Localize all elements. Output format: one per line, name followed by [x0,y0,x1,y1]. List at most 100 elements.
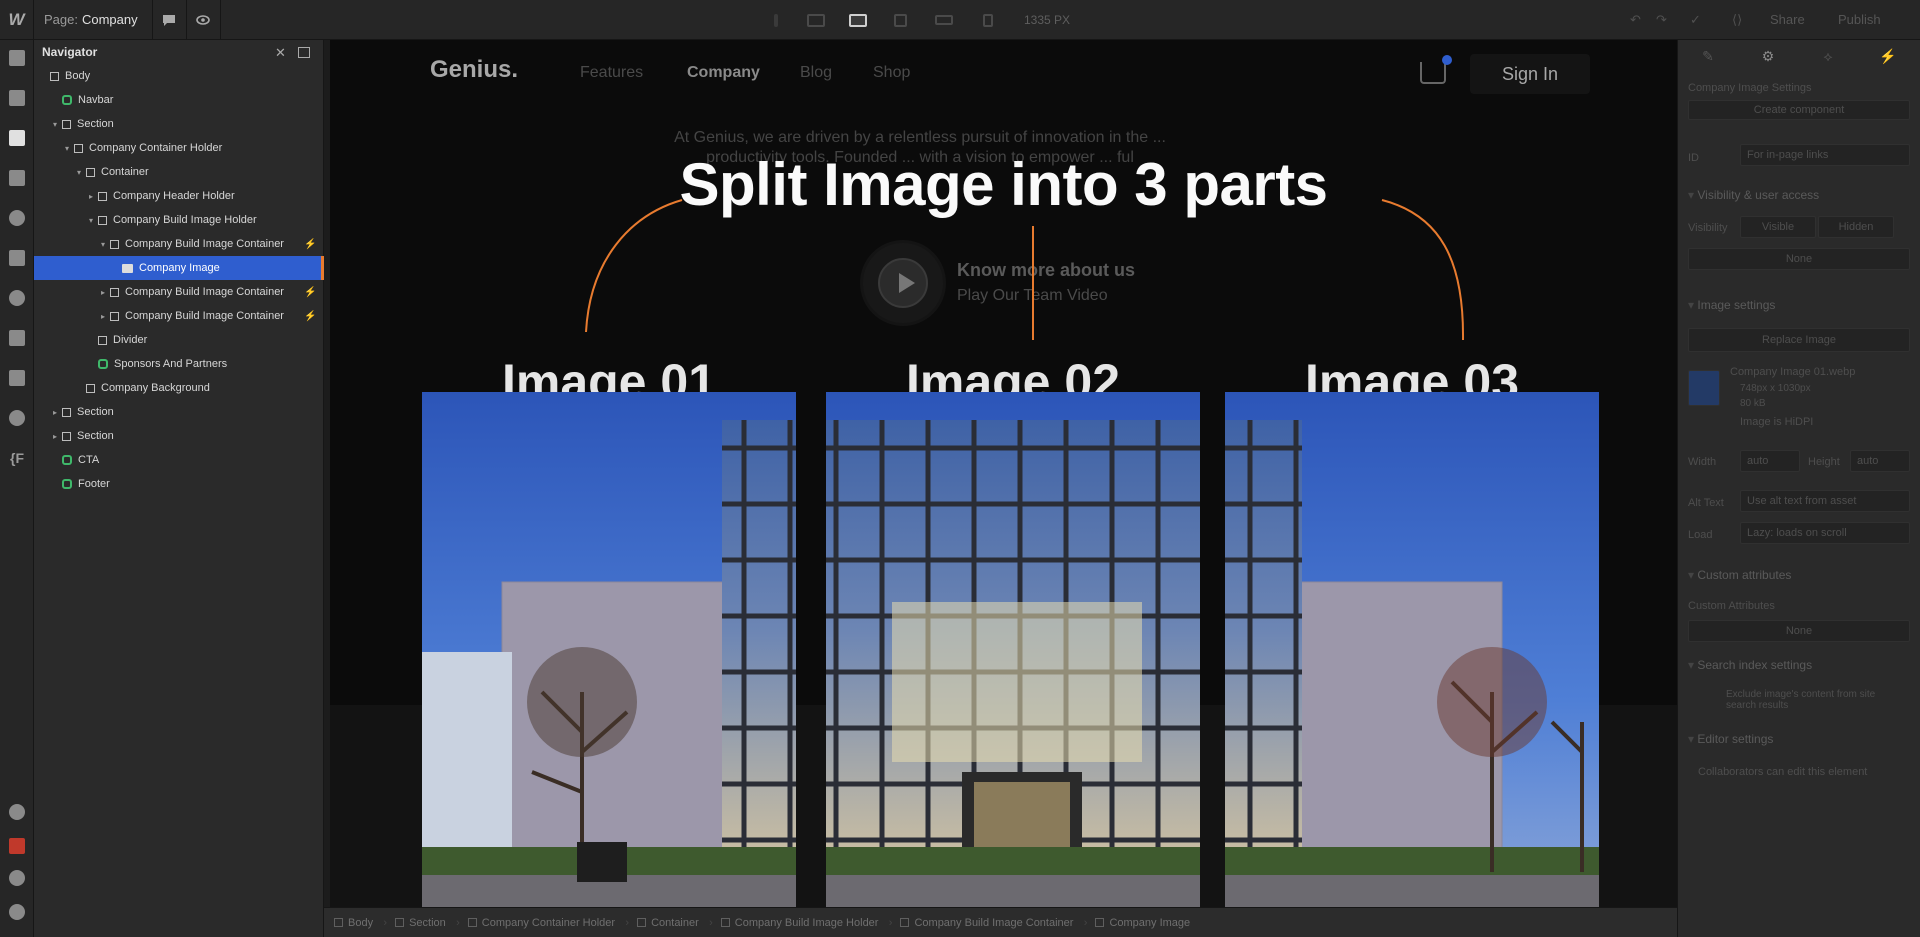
tree-item[interactable]: ▸ Company Build Image Container ⚡ [34,304,324,328]
preview-eye-icon[interactable] [187,0,221,40]
code-icon[interactable]: ⟨⟩ [1732,0,1742,40]
company-image-part-3[interactable] [1225,392,1599,907]
chevron-down-icon[interactable]: ▾ [74,168,84,177]
page-selector[interactable]: Page: Company [34,0,153,40]
design-canvas[interactable]: Genius. Features Company Blog Shop Sign … [330,40,1677,907]
chevron-down-icon[interactable]: ▾ [86,216,96,225]
breakpoint-mobile-icon[interactable] [968,0,1008,40]
chevron-right-icon[interactable]: ▸ [86,192,96,201]
assets-icon[interactable] [0,362,34,394]
breadcrumb-item[interactable]: Section [395,917,459,929]
chevron-down-icon[interactable]: ▾ [98,240,108,249]
image-thumbnail[interactable] [1688,370,1720,406]
tree-item[interactable]: ▸ Company Header Holder [34,184,324,208]
tree-item[interactable]: Divider [34,328,324,352]
height-input[interactable]: auto [1850,450,1910,472]
breadcrumb-item[interactable]: Body [334,917,387,929]
tree-item[interactable]: ▾ Container [34,160,324,184]
checklist-icon[interactable]: ✓ [1690,0,1701,40]
editor-settings-header[interactable]: Editor settings [1688,732,1773,746]
search-icon[interactable] [0,862,34,894]
pages-icon[interactable] [0,162,34,194]
alt-text-select[interactable]: Use alt text from asset [1740,490,1910,512]
custom-attributes-list[interactable]: None [1688,620,1910,642]
breadcrumb-item[interactable]: Company Image [1095,917,1190,929]
settings-gear-icon[interactable] [0,402,34,434]
interaction-bolt-icon[interactable]: ⚡ [304,287,316,298]
chevron-right-icon[interactable]: ▸ [98,312,108,321]
comment-icon[interactable] [153,0,187,40]
share-button[interactable]: Share [1770,0,1805,40]
breakpoint-large-icon[interactable] [756,0,796,40]
chevron-down-icon[interactable]: ▾ [62,144,72,153]
collaborators-checkbox[interactable]: Collaborators can edit this element [1698,766,1867,778]
breakpoint-landscape-icon[interactable] [924,0,964,40]
ecommerce-cart-icon[interactable] [0,322,34,354]
publish-button[interactable]: Publish [1838,0,1881,40]
company-image-part-1[interactable] [422,392,796,907]
tree-item[interactable]: Sponsors And Partners [34,352,324,376]
tree-item[interactable]: ▸ Section [34,424,324,448]
navigator-icon[interactable] [0,122,34,154]
tree-item[interactable]: ▾ Company Build Image Holder [34,208,324,232]
users-icon[interactable] [0,282,34,314]
load-select[interactable]: Lazy: loads on scroll [1740,522,1910,544]
create-component-button[interactable]: Create component [1688,100,1910,120]
search-index-header[interactable]: Search index settings [1688,658,1812,672]
interaction-bolt-icon[interactable]: ⚡ [304,239,316,250]
webflow-logo[interactable]: W [0,0,34,40]
breadcrumb-item[interactable]: Container [637,917,712,929]
breakpoint-desktop-icon[interactable] [838,0,878,40]
id-input[interactable]: For in-page links [1740,144,1910,166]
tree-item[interactable]: Company Image [34,256,324,280]
logic-icon[interactable] [0,242,34,274]
visible-toggle[interactable]: Visible [1740,216,1816,238]
width-input[interactable]: auto [1740,450,1800,472]
variables-icon[interactable]: {F [0,442,34,474]
company-image-part-2[interactable] [826,392,1200,907]
settings-gear-tab-icon[interactable]: ⚙ [1738,40,1798,72]
breakpoint-xl-icon[interactable] [796,0,836,40]
redo-icon[interactable]: ↷ [1656,0,1667,40]
tree-item[interactable]: CTA [34,448,324,472]
breadcrumb-item[interactable]: Company Container Holder [467,917,629,929]
visibility-conditions[interactable]: None [1688,248,1910,270]
tree-item[interactable]: ▸ Section [34,400,324,424]
help-icon[interactable] [0,796,34,828]
tree-item[interactable]: Footer [34,472,324,496]
tree-item[interactable]: Navbar [34,88,324,112]
dock-panel-icon[interactable] [298,47,310,58]
breadcrumb-label: Company Build Image Container [914,916,1074,929]
add-elements-icon[interactable] [0,42,34,74]
interaction-bolt-icon[interactable]: ⚡ [304,311,316,322]
hidpi-checkbox[interactable]: Image is HiDPI [1740,416,1813,428]
interactions-icon[interactable]: ⟡ [1798,40,1858,72]
breadcrumb-item[interactable]: Company Build Image Holder [720,917,892,929]
hidden-toggle[interactable]: Hidden [1818,216,1894,238]
tree-item[interactable]: ▾ Section [34,112,324,136]
chevron-right-icon[interactable]: ▸ [50,408,60,417]
breakpoint-tablet-icon[interactable] [880,0,920,40]
tree-item[interactable]: Company Background [34,376,324,400]
tree-item[interactable]: ▾ Company Container Holder [34,136,324,160]
replace-image-button[interactable]: Replace Image [1688,328,1910,352]
cms-icon[interactable] [0,202,34,234]
tree-item[interactable]: ▾ Company Build Image Container ⚡ [34,232,324,256]
chevron-down-icon[interactable]: ▾ [50,120,60,129]
components-icon[interactable] [0,82,34,114]
breadcrumb-item[interactable]: Company Build Image Container [900,916,1087,929]
exclude-search-checkbox[interactable]: Exclude image's content from site search… [1726,689,1906,711]
custom-attributes-header[interactable]: Custom attributes [1688,568,1791,582]
chevron-right-icon[interactable]: ▸ [98,288,108,297]
style-brush-icon[interactable]: ✎ [1678,40,1738,72]
image-settings-header[interactable]: Image settings [1688,298,1775,312]
tree-item[interactable]: Body [34,64,324,88]
chevron-right-icon[interactable]: ▸ [50,432,60,441]
team-icon[interactable] [0,896,34,928]
visibility-section-header[interactable]: Visibility & user access [1688,188,1819,202]
tree-item[interactable]: ▸ Company Build Image Container ⚡ [34,280,324,304]
record-icon[interactable] [0,830,34,862]
undo-icon[interactable]: ↶ [1630,0,1641,40]
close-icon[interactable]: ✕ [275,45,286,61]
lightning-icon[interactable]: ⚡ [1858,40,1918,72]
